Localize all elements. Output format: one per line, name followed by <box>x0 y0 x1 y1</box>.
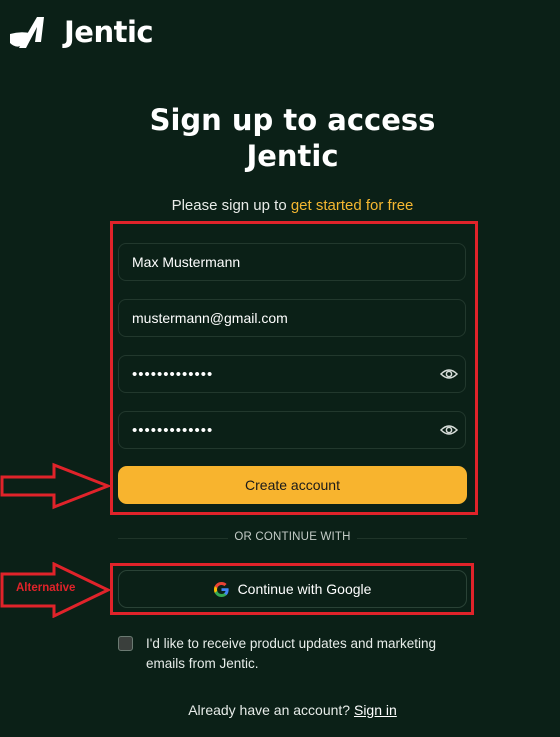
continue-with-google-button[interactable]: Continue with Google <box>118 570 467 608</box>
password-mask: ••••••••••••• <box>132 365 214 383</box>
name-field[interactable]: Max Mustermann <box>118 243 466 281</box>
annotation-arrow-right-icon <box>0 462 112 510</box>
marketing-consent-checkbox[interactable] <box>118 636 133 651</box>
create-account-button[interactable]: Create account <box>118 466 467 504</box>
password-field[interactable]: ••••••••••••• <box>118 355 466 393</box>
confirm-password-mask: ••••••••••••• <box>132 421 214 439</box>
email-value: mustermann@gmail.com <box>132 310 288 326</box>
name-value: Max Mustermann <box>132 254 241 270</box>
jentic-logo-icon <box>10 17 44 48</box>
jentic-logo[interactable]: Jentic <box>8 12 154 52</box>
show-password-eye-icon[interactable] <box>439 364 459 387</box>
brand-name: Jentic <box>64 15 154 49</box>
page-title-line-2: Jentic <box>246 139 339 173</box>
subtitle: Please sign up to get started for free <box>0 197 560 214</box>
confirm-password-field[interactable]: ••••••••••••• <box>118 411 466 449</box>
email-field[interactable]: mustermann@gmail.com <box>118 299 466 337</box>
subtitle-text: Please sign up to <box>171 197 287 214</box>
signin-prompt: Already have an account? Sign in <box>0 702 560 718</box>
marketing-consent-text: I'd like to receive product updates and … <box>146 636 436 671</box>
sign-in-link[interactable]: Sign in <box>354 702 397 718</box>
signin-prompt-text: Already have an account? <box>188 702 351 718</box>
page-title: Sign up to access Jentic <box>0 102 560 174</box>
show-confirm-password-eye-icon[interactable] <box>439 420 459 443</box>
get-started-link[interactable]: get started for free <box>291 197 414 214</box>
divider-text: OR CONTINUE WITH <box>234 531 351 543</box>
page-title-line-1: Sign up to access <box>149 103 436 137</box>
annotation-alternative-label: Alternative <box>16 582 76 594</box>
google-button-label: Continue with Google <box>237 581 372 597</box>
google-icon <box>213 581 229 597</box>
